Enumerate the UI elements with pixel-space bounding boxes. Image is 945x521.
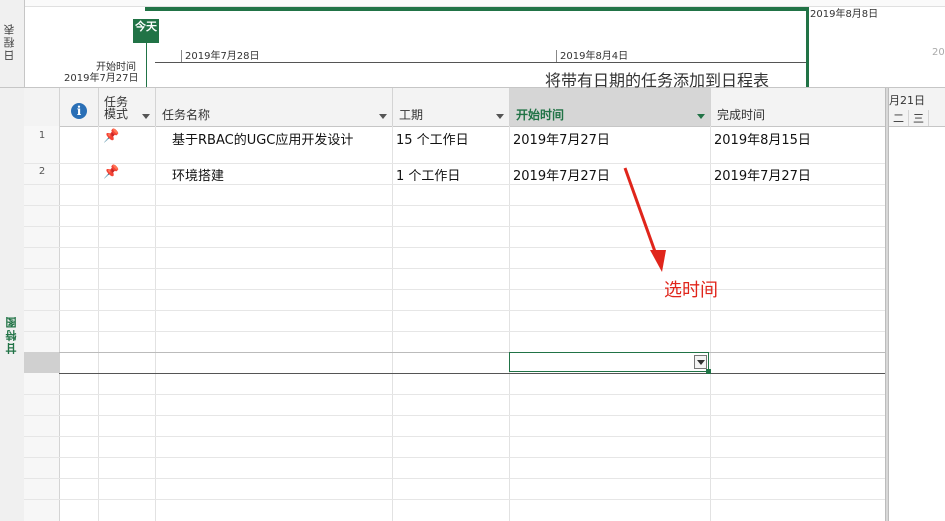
chart-week-label: 月21日 [889, 94, 925, 107]
chevron-down-icon[interactable] [697, 114, 705, 119]
select-all-corner[interactable] [24, 88, 60, 126]
chart-day-label: 三 [909, 110, 929, 126]
info-icon: i [71, 103, 87, 119]
row-number[interactable]: 2 [24, 166, 60, 177]
start-date-editor[interactable] [509, 352, 709, 372]
timeline-faint-date: 20 [932, 47, 945, 58]
header-start-label: 开始时间 [516, 108, 565, 122]
ribbon-edge [24, 0, 945, 7]
selected-row-number[interactable] [24, 352, 60, 373]
header-start[interactable]: 开始时间 [510, 88, 711, 126]
fill-handle[interactable] [706, 369, 711, 374]
header-indicators[interactable]: i [60, 88, 99, 126]
timeline-tick-label: 2019年7月28日 [185, 51, 260, 62]
header-duration-label: 工期 [399, 108, 424, 122]
header-task-name-label: 任务名称 [162, 108, 211, 122]
header-task-mode-line2: 模式 [104, 107, 129, 121]
timeline-view-label: 日程表 [3, 22, 16, 61]
chart-day-labels: 二三 [889, 110, 929, 126]
timeline-range-end[interactable] [806, 7, 809, 87]
header-task-name[interactable]: 任务名称 [156, 88, 393, 126]
chevron-down-icon[interactable] [142, 114, 150, 119]
row-number-column [24, 126, 60, 521]
start-cell[interactable]: 2019年7月27日 [513, 129, 610, 148]
timeline-start-date: 2019年7月27日 [64, 73, 139, 84]
header-task-mode[interactable]: 任务 模式 [99, 88, 156, 126]
header-finish[interactable]: 完成时间 [711, 88, 886, 126]
gantt-view-bar[interactable] [0, 88, 25, 521]
date-dropdown-button[interactable] [694, 355, 707, 369]
duration-cell[interactable]: 15 个工作日 [396, 129, 469, 148]
timeline-tick [181, 50, 182, 62]
chart-day-label: 二 [889, 110, 909, 126]
chevron-down-icon[interactable] [379, 114, 387, 119]
chevron-down-icon[interactable] [496, 114, 504, 119]
duration-cell[interactable]: 1 个工作日 [396, 165, 460, 184]
task-name-cell[interactable]: 基于RBAC的UGC应用开发设计 [172, 129, 353, 148]
selected-row-border [59, 373, 888, 374]
timeline-range-bar[interactable] [145, 7, 809, 11]
timeline-end-date: 2019年8月8日 [810, 9, 879, 20]
today-marker: 今天 [133, 19, 159, 43]
today-line [146, 42, 147, 87]
finish-cell[interactable]: 2019年7月27日 [714, 165, 811, 184]
annotation-arrow [623, 167, 666, 272]
header-finish-label: 完成时间 [717, 108, 766, 122]
pin-icon: 📌 [103, 165, 120, 180]
split-divider[interactable] [885, 88, 889, 521]
timeline-tick [556, 50, 557, 62]
timeline-axis [155, 62, 806, 63]
annotation-label: 选时间 [664, 280, 718, 301]
gantt-view-label: 甘特图 [5, 315, 18, 354]
header-duration[interactable]: 工期 [393, 88, 510, 126]
pin-icon: 📌 [103, 129, 120, 144]
selected-row-border [59, 352, 888, 353]
timeline-panel [0, 0, 945, 88]
task-name-cell[interactable]: 环境搭建 [172, 165, 224, 184]
row-number[interactable]: 1 [24, 130, 60, 141]
finish-cell[interactable]: 2019年8月15日 [714, 129, 811, 148]
timeline-tick-label: 2019年8月4日 [560, 51, 629, 62]
start-cell[interactable]: 2019年7月27日 [513, 165, 610, 184]
